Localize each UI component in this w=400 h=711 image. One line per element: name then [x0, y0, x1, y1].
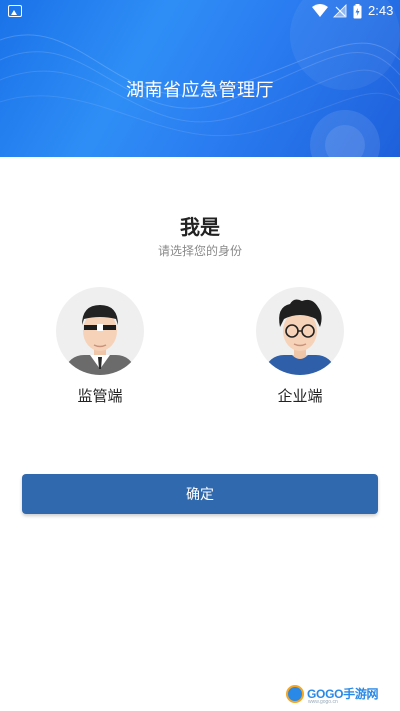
wifi-icon [312, 4, 328, 17]
page-heading: 我是 [180, 215, 220, 239]
enterprise-avatar-icon [256, 287, 344, 375]
status-bar: 2:43 [0, 0, 400, 24]
signal-icon [333, 4, 347, 18]
watermark-url: www.gogo.cn [308, 699, 338, 705]
gallery-icon [8, 5, 22, 17]
supervisor-avatar-icon [56, 287, 144, 375]
battery-icon [353, 4, 362, 19]
role-option-supervision[interactable]: 监管端 [50, 287, 150, 406]
role-label-enterprise: 企业端 [277, 387, 323, 405]
page-subheading: 请选择您的身份 [157, 244, 242, 258]
watermark-logo-icon [286, 685, 304, 703]
watermark-logo: GOGO手游网 www.gogo.cn [286, 683, 396, 705]
confirm-button[interactable]: 确定 [22, 474, 378, 514]
role-label-supervision: 监管端 [77, 387, 123, 405]
app-title: 湖南省应急管理厅 [126, 80, 274, 101]
status-time: 2:43 [368, 3, 394, 18]
role-option-enterprise[interactable]: 企业端 [250, 287, 350, 406]
app-header: 2:43 湖南省应急管理厅 [0, 0, 400, 157]
